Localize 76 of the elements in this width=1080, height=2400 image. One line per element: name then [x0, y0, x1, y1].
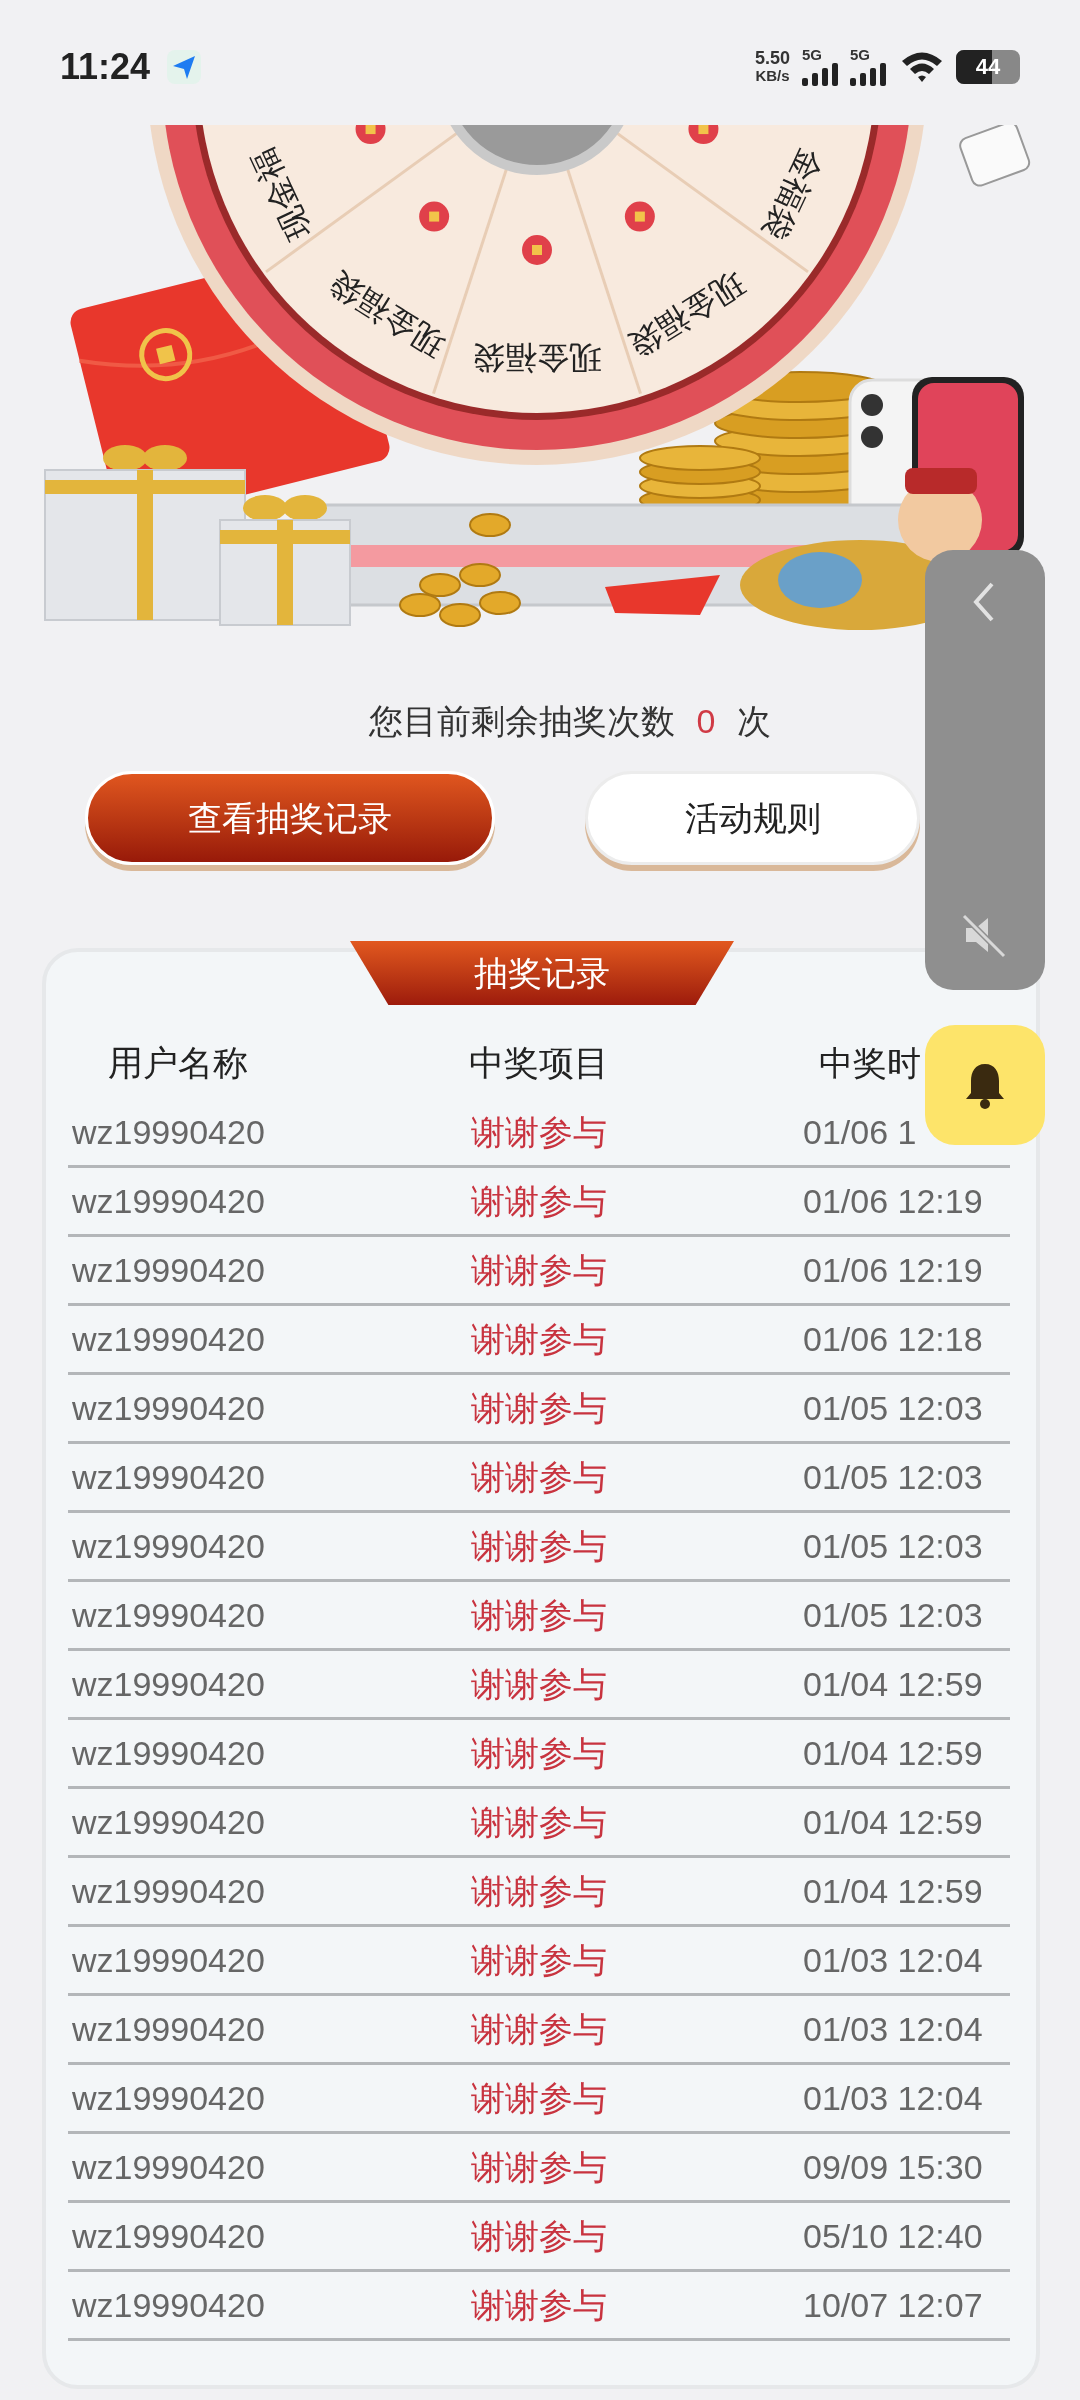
wheel-prize-label: 现金福袋 — [473, 339, 601, 376]
battery-percentage: 44 — [975, 53, 1001, 81]
table-cell-text: 01/05 12:03 — [803, 1594, 983, 1636]
table-cell-text: 谢谢参与 — [470, 1180, 608, 1222]
table-cell-text: 01/04 12:59 — [803, 1663, 983, 1705]
network-speed-unit: KB/s — [755, 66, 790, 85]
table-cell-text: wz19990420 — [71, 2284, 266, 2326]
table-cell-text: 谢谢参与 — [470, 2008, 608, 2050]
table-cell-text: 谢谢参与 — [470, 1663, 608, 1705]
network-speed: 5.50 — [754, 48, 790, 67]
notification-button[interactable] — [925, 1025, 1045, 1145]
column-header: 中奖项目 — [468, 1042, 610, 1085]
table-cell-text: 谢谢参与 — [470, 1525, 608, 1567]
wheel-prize-label: 现金福袋 — [323, 265, 452, 364]
wheel-prize-label: 现金福袋 — [622, 265, 751, 364]
table-cell-text: wz19990420 — [71, 1180, 266, 1222]
table-cell-text: 谢谢参与 — [470, 1387, 608, 1429]
table-cell-text: 01/06 1 — [803, 1111, 917, 1153]
app-notification-icon — [166, 48, 203, 85]
table-cell-text: 谢谢参与 — [470, 2077, 608, 2119]
table-cell-text: 谢谢参与 — [470, 1732, 608, 1774]
table-cell-text: wz19990420 — [71, 1387, 266, 1429]
table-cell-text: wz19990420 — [71, 1870, 266, 1912]
table-cell-text: 01/03 12:04 — [803, 2008, 983, 2050]
table-cell-text: 01/03 12:04 — [803, 2077, 983, 2119]
network-type-label: 5G — [802, 47, 822, 62]
table-cell-text: 10/07 12:07 — [803, 2284, 983, 2326]
table-cell-text: 01/05 12:03 — [803, 1456, 983, 1498]
table-cell-text: wz19990420 — [71, 1456, 266, 1498]
table-cell-text: 09/09 15:30 — [803, 2146, 983, 2188]
table-cell-text: 01/05 12:03 — [803, 1525, 983, 1567]
table-cell-text: 谢谢参与 — [470, 1801, 608, 1843]
clock: 11:24 — [60, 44, 151, 89]
table-cell-text: wz19990420 — [71, 2146, 266, 2188]
table-cell-text: 谢谢参与 — [470, 1594, 608, 1636]
remaining-draws-label: 您目前剩余抽奖次数 — [368, 700, 675, 742]
table-cell-text: wz19990420 — [71, 1939, 266, 1981]
table-cell-text: 谢谢参与 — [470, 1111, 608, 1153]
table-cell-text: 谢谢参与 — [470, 2146, 608, 2188]
table-cell-text: 01/06 12:19 — [803, 1249, 983, 1291]
table-cell-text: 01/06 12:18 — [803, 1318, 983, 1360]
wheel-prize-label: 金福袋 — [756, 143, 830, 246]
wheel-prize-label: 现金福 — [244, 143, 318, 246]
table-cell-text: wz19990420 — [71, 1249, 266, 1291]
table-cell-text: 谢谢参与 — [470, 1318, 608, 1360]
table-cell-text: wz19990420 — [71, 1318, 266, 1360]
table-cell-text: 谢谢参与 — [470, 1939, 608, 1981]
table-cell-text: wz19990420 — [71, 1111, 266, 1153]
table-cell-text: 谢谢参与 — [470, 1870, 608, 1912]
signal-icon — [802, 62, 840, 86]
table-cell-text: 谢谢参与 — [470, 1249, 608, 1291]
table-cell-text: 谢谢参与 — [470, 2284, 608, 2326]
signal-icon — [850, 62, 888, 86]
table-cell-text: wz19990420 — [71, 1732, 266, 1774]
table-cell-text: 01/06 12:19 — [803, 1180, 983, 1222]
network-type-label: 5G — [850, 47, 870, 62]
table-cell-text: wz19990420 — [71, 1801, 266, 1843]
remaining-draws-unit: 次 — [737, 700, 772, 742]
column-header: 中奖时 — [819, 1043, 921, 1084]
bell-icon — [963, 1061, 1007, 1109]
table-cell-text: 01/04 12:59 — [803, 1801, 983, 1843]
table-cell-text: 谢谢参与 — [470, 1456, 608, 1498]
table-cell-text: wz19990420 — [71, 2008, 266, 2050]
table-cell-text: 01/04 12:59 — [803, 1870, 983, 1912]
table-cell-text: wz19990420 — [71, 2215, 266, 2257]
column-header: 用户名称 — [107, 1042, 249, 1085]
remaining-draws-count: 0 — [696, 700, 716, 742]
table-cell-text: 谢谢参与 — [470, 2215, 608, 2257]
table-cell-text: 01/03 12:04 — [803, 1939, 983, 1981]
table-cell-text: 05/10 12:40 — [803, 2215, 983, 2257]
table-cell-text: 01/05 12:03 — [803, 1387, 983, 1429]
table-cell-text: wz19990420 — [71, 1525, 266, 1567]
table-cell-text: wz19990420 — [71, 1663, 266, 1705]
table-cell-text: wz19990420 — [71, 1594, 266, 1636]
table-cell-text: wz19990420 — [71, 2077, 266, 2119]
table-cell-text: 01/04 12:59 — [803, 1732, 983, 1774]
